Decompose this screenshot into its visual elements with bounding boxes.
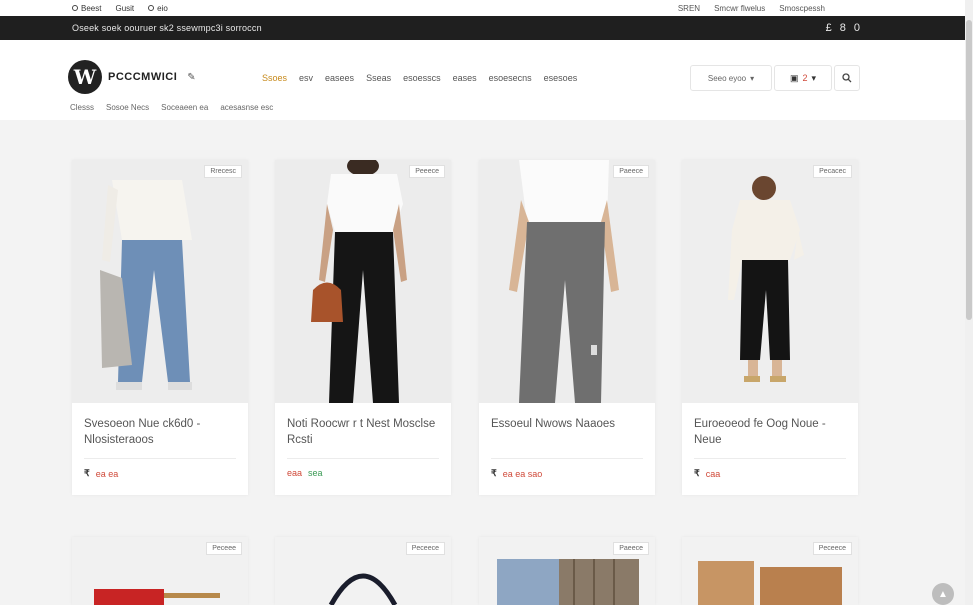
product-tag: Peceee bbox=[206, 542, 242, 555]
product-title[interactable]: Euroeoeod fe Oog Noue - Neue bbox=[694, 416, 846, 448]
product-tag: Peeece bbox=[409, 165, 445, 178]
product-price: ₹ ea ea sao bbox=[491, 468, 542, 479]
site-header: W PCCCMWICI ✎ Ssoes esv easees Sseas eso… bbox=[0, 40, 965, 120]
product-tag: Peceece bbox=[812, 542, 852, 555]
page-scrollbar[interactable] bbox=[965, 0, 973, 605]
card-divider bbox=[84, 458, 236, 459]
subnav-item-3[interactable]: Soceaeen ea bbox=[161, 103, 208, 112]
nav-item-3[interactable]: easees bbox=[325, 73, 354, 83]
utility-bar: Beest Gusit eio SREN Smcwr flwelus Smosc… bbox=[0, 0, 965, 16]
back-to-top-button[interactable]: ▲ bbox=[932, 583, 954, 605]
product-image[interactable]: Peceece bbox=[682, 537, 858, 605]
account-label: Seeo eyoo bbox=[707, 73, 747, 83]
cart-icon: ▣ bbox=[789, 72, 799, 83]
nav-item-2[interactable]: esv bbox=[299, 73, 313, 83]
product-card[interactable]: Paeece Essoeul Nwows Naaoes ₹ ea ea sao bbox=[479, 160, 655, 495]
product-card[interactable]: Peceee bbox=[72, 537, 248, 605]
site-logo[interactable]: W PCCCMWICI ✎ bbox=[68, 60, 196, 94]
main-nav: Ssoes esv easees Sseas esoesscs eases es… bbox=[262, 73, 577, 83]
product-image[interactable]: Paeece bbox=[479, 537, 655, 605]
chevron-down-icon: ▾ bbox=[750, 73, 755, 83]
announcement-text: Oseek soek oouruer sk2 ssewmpc3i sorrocc… bbox=[72, 23, 262, 33]
search-icon bbox=[842, 73, 852, 83]
utility-link-3[interactable]: eio bbox=[148, 4, 168, 13]
product-card[interactable]: Pecacec Euroeoeod fe Oog Noue - Neue ₹ c… bbox=[682, 160, 858, 495]
product-card[interactable]: Peeece Noti Roocwr r t Nest Mosclse Rcst… bbox=[275, 160, 451, 495]
utility-right-link-1[interactable]: SREN bbox=[678, 4, 700, 13]
subnav-item-4[interactable]: acesasnse esc bbox=[220, 103, 273, 112]
price-value: ea ea bbox=[95, 468, 119, 479]
price-value-secondary: sea bbox=[308, 468, 323, 478]
subnav-item-1[interactable]: Clesss bbox=[70, 103, 94, 112]
wordpress-logo-icon: W bbox=[68, 60, 102, 94]
utility-right-link-2[interactable]: Smcwr flwelus bbox=[714, 4, 765, 13]
price-value: caa bbox=[705, 468, 721, 479]
currency-symbol: ₹ bbox=[694, 468, 700, 478]
nav-item-6[interactable]: eases bbox=[453, 73, 477, 83]
pencil-icon[interactable]: ✎ bbox=[187, 72, 195, 83]
product-title[interactable]: Svesoeon Nue ck6d0 - Nlosisteraoos bbox=[84, 416, 236, 448]
card-divider bbox=[694, 458, 846, 459]
product-image[interactable]: Peceee bbox=[72, 537, 248, 605]
sub-nav: Clesss Sosoe Necs Soceaeen ea acesasnse … bbox=[70, 103, 273, 112]
product-tag: Pecacec bbox=[813, 165, 852, 178]
product-card[interactable]: Rrecesc Svesoeon Nue ck6d0 - Nlosisterao… bbox=[72, 160, 248, 495]
product-tag: Rrecesc bbox=[204, 165, 242, 178]
card-divider bbox=[491, 458, 643, 459]
globe-icon bbox=[148, 5, 155, 11]
search-button[interactable] bbox=[834, 65, 860, 91]
utility-right-link-3[interactable]: Smoscpessh bbox=[779, 4, 825, 13]
arrow-up-icon: ▲ bbox=[938, 588, 948, 600]
product-card[interactable]: Peceece bbox=[275, 537, 451, 605]
product-price: ₹ ea ea bbox=[84, 468, 118, 479]
nav-item-5[interactable]: esoesscs bbox=[403, 73, 441, 83]
product-image[interactable]: Pecacec bbox=[682, 160, 858, 403]
currency-symbol: ₹ bbox=[491, 468, 497, 478]
product-price: eaa sea bbox=[287, 468, 323, 478]
social-icon-1[interactable]: 8 bbox=[840, 22, 846, 34]
announcement-bar: Oseek soek oouruer sk2 ssewmpc3i sorrocc… bbox=[0, 16, 965, 40]
currency-symbol: ₹ bbox=[84, 468, 90, 478]
cart-badge: 2 bbox=[802, 73, 808, 83]
account-button[interactable]: Seeo eyoo ▾ bbox=[690, 65, 772, 91]
currency-icon[interactable]: £ bbox=[826, 22, 832, 34]
card-divider bbox=[287, 458, 439, 459]
product-image[interactable]: Peceece bbox=[275, 537, 451, 605]
product-price: ₹ caa bbox=[694, 468, 720, 479]
cart-button[interactable]: ▣ 2 ▾ bbox=[774, 65, 832, 91]
subnav-item-2[interactable]: Sosoe Necs bbox=[106, 103, 149, 112]
product-image[interactable]: Peeece bbox=[275, 160, 451, 403]
logo-text: PCCCMWICI bbox=[108, 71, 178, 83]
product-photo-gray-jeans bbox=[479, 160, 655, 403]
nav-item-4[interactable]: Sseas bbox=[366, 73, 391, 83]
location-icon bbox=[72, 5, 78, 11]
nav-item-8[interactable]: esesoes bbox=[544, 73, 578, 83]
utility-link-1[interactable]: Beest bbox=[72, 4, 101, 13]
price-value: eaa bbox=[287, 468, 303, 478]
product-image[interactable]: Rrecesc bbox=[72, 160, 248, 403]
nav-item-1[interactable]: Ssoes bbox=[262, 73, 287, 83]
product-title[interactable]: Essoeul Nwows Naaoes bbox=[491, 416, 643, 432]
product-tag: Paeece bbox=[613, 542, 649, 555]
product-card[interactable]: Peceece bbox=[682, 537, 858, 605]
product-photo-black-trousers bbox=[275, 160, 451, 403]
scrollbar-thumb[interactable] bbox=[966, 20, 972, 320]
product-title[interactable]: Noti Roocwr r t Nest Mosclse Rcsti bbox=[287, 416, 439, 448]
product-tag: Paeece bbox=[613, 165, 649, 178]
utility-link-2[interactable]: Gusit bbox=[115, 4, 134, 13]
product-photo-jeans-blue bbox=[72, 160, 248, 403]
social-icon-2[interactable]: 0 bbox=[854, 22, 860, 34]
nav-item-7[interactable]: esoesecns bbox=[489, 73, 532, 83]
chevron-down-icon: ▾ bbox=[811, 72, 817, 83]
product-card[interactable]: Paeece bbox=[479, 537, 655, 605]
product-photo-white-blouse bbox=[682, 160, 858, 403]
price-value: ea ea sao bbox=[502, 468, 543, 479]
product-tag: Peceece bbox=[405, 542, 445, 555]
product-image[interactable]: Paeece bbox=[479, 160, 655, 403]
